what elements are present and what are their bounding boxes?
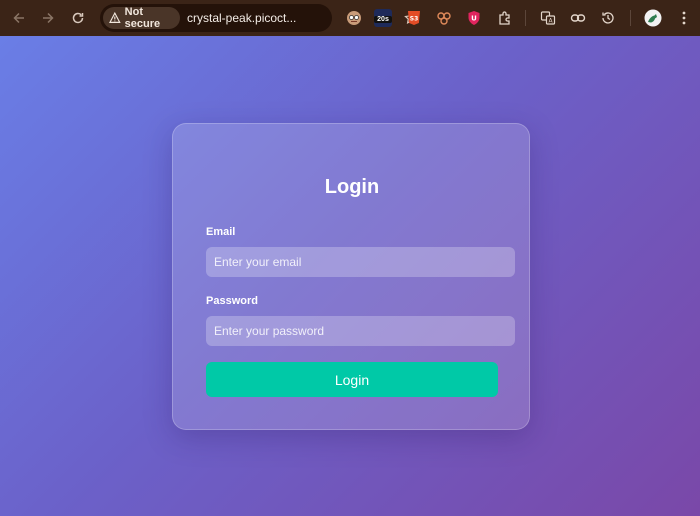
shield-extension-icon[interactable]: U <box>464 8 484 28</box>
browser-toolbar: Not secure crystal-peak.picoct... 20s S3… <box>0 0 700 36</box>
back-button[interactable] <box>7 6 31 30</box>
login-card: Login Email Password Login <box>172 123 530 430</box>
toolbar-divider <box>630 10 631 26</box>
arrow-left-icon <box>13 12 24 24</box>
address-bar[interactable]: Not secure crystal-peak.picoct... <box>100 4 418 32</box>
email-label: Email <box>206 226 236 238</box>
page-background: Login Email Password Login <box>0 36 700 516</box>
reload-button[interactable] <box>66 6 90 30</box>
puzzle-icon[interactable] <box>495 8 515 28</box>
forward-button[interactable] <box>36 6 60 30</box>
security-label: Not secure <box>124 6 161 30</box>
translate-icon[interactable]: A <box>538 8 558 28</box>
password-label: Password <box>206 295 258 307</box>
more-menu-icon[interactable] <box>674 8 694 28</box>
avatar-extension-icon[interactable] <box>344 8 364 28</box>
toolbar-divider <box>525 10 526 26</box>
svg-text:U: U <box>471 15 477 23</box>
link-icon[interactable] <box>568 8 588 28</box>
warning-icon <box>109 12 121 23</box>
email-field[interactable] <box>206 247 515 277</box>
timer-extension-icon[interactable]: 20s <box>373 8 393 28</box>
login-title: Login <box>324 176 380 198</box>
cookie-extension-icon[interactable] <box>434 8 454 28</box>
security-indicator[interactable]: Not secure <box>103 6 180 30</box>
history-icon[interactable] <box>598 8 618 28</box>
reload-icon <box>72 12 84 24</box>
login-button[interactable]: Login <box>206 362 498 397</box>
html5-extension-icon[interactable]: S3 <box>404 8 424 28</box>
timer-badge: 20s <box>374 16 392 23</box>
profile-avatar-icon[interactable] <box>643 8 663 28</box>
arrow-right-icon <box>43 12 54 24</box>
svg-text:S3: S3 <box>410 16 419 23</box>
url-text[interactable]: crystal-peak.picoct... <box>187 11 296 25</box>
password-field[interactable] <box>206 316 515 346</box>
